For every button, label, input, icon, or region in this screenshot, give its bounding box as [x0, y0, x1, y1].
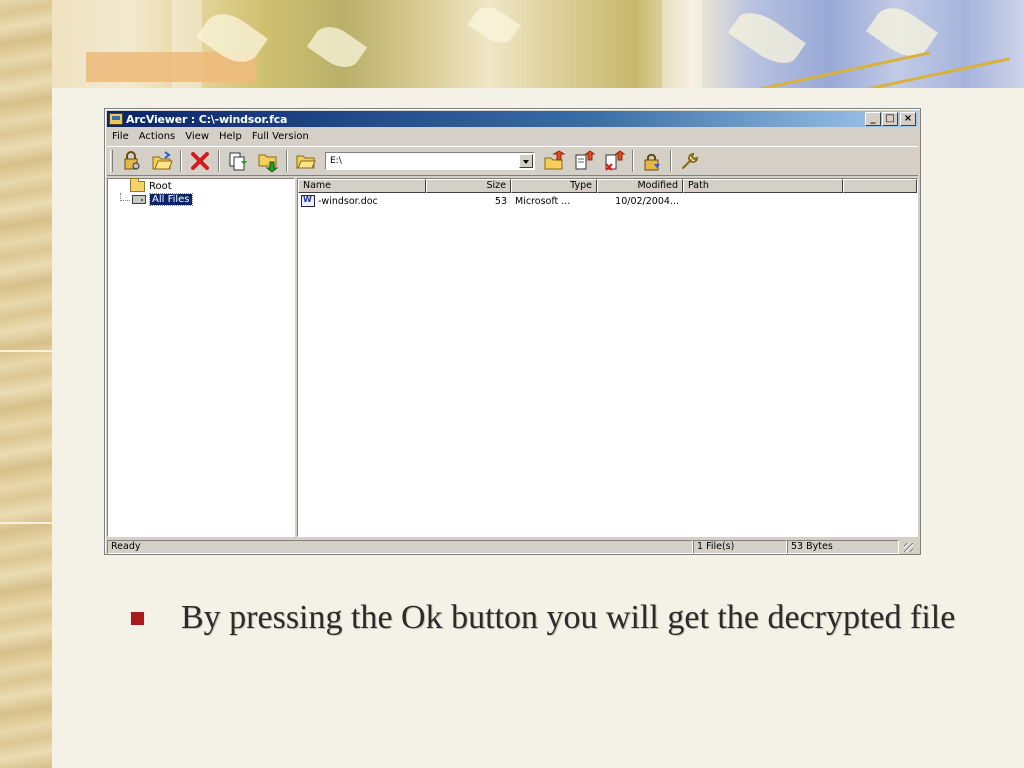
slide-caption: By pressing the Ok button you will get t…	[181, 599, 956, 636]
column-header-type[interactable]: Type	[511, 179, 597, 193]
slide-top-banner	[52, 0, 1024, 88]
window-title: ArcViewer : C:\-windsor.fca	[126, 112, 288, 126]
extract-icon[interactable]	[225, 149, 251, 173]
table-row[interactable]: -windsor.doc 53 Microsoft ... 10/02/2004…	[298, 194, 917, 208]
toolbar-separator	[180, 150, 182, 172]
file-name: -windsor.doc	[318, 195, 378, 207]
drive-icon	[132, 195, 146, 204]
status-text: Ready	[107, 540, 693, 554]
status-bar: Ready 1 File(s) 53 Bytes	[107, 540, 918, 554]
open-folder-icon[interactable]	[149, 149, 175, 173]
column-header-name[interactable]: Name	[298, 179, 426, 193]
status-size: 53 Bytes	[787, 540, 899, 554]
toolbar-grip[interactable]	[110, 150, 113, 172]
menu-file[interactable]: File	[107, 131, 134, 142]
folder-icon[interactable]	[293, 149, 319, 173]
file-list[interactable]: Name Size Type Modified Path -windsor.do…	[297, 178, 918, 537]
decrypt-key-icon[interactable]	[119, 149, 145, 173]
list-header: Name Size Type Modified Path	[298, 179, 917, 193]
column-header-path[interactable]: Path	[683, 179, 843, 193]
toolbar-separator	[286, 150, 288, 172]
toolbar-separator	[218, 150, 220, 172]
toolbar: E:\	[107, 146, 918, 176]
close-button[interactable]: ×	[900, 112, 916, 126]
menu-actions[interactable]: Actions	[134, 131, 181, 142]
settings-wrench-icon[interactable]	[677, 149, 703, 173]
column-header-size[interactable]: Size	[426, 179, 511, 193]
status-file-count: 1 File(s)	[693, 540, 787, 554]
arcviewer-window: ArcViewer : C:\-windsor.fca _ □ × File A…	[104, 108, 921, 555]
title-bar[interactable]: ArcViewer : C:\-windsor.fca _ □ ×	[107, 111, 918, 127]
maximize-button[interactable]: □	[882, 112, 898, 126]
remove-file-icon[interactable]	[601, 149, 627, 173]
column-header-modified[interactable]: Modified	[597, 179, 683, 193]
toolbar-separator	[670, 150, 672, 172]
bullet-square	[131, 612, 144, 625]
minimize-button[interactable]: _	[865, 112, 881, 126]
menu-full-version[interactable]: Full Version	[247, 131, 314, 142]
word-document-icon	[301, 195, 315, 207]
window-controls: _ □ ×	[864, 112, 916, 126]
folder-tree[interactable]: Root All Files	[107, 178, 295, 537]
add-document-icon[interactable]	[571, 149, 597, 173]
file-modified: 10/02/2004...	[615, 195, 679, 207]
file-name-cell: -windsor.doc	[298, 195, 426, 207]
chevron-down-icon[interactable]	[519, 154, 533, 168]
menu-help[interactable]: Help	[214, 131, 247, 142]
lock-icon[interactable]	[639, 149, 665, 173]
resize-grip[interactable]	[899, 540, 915, 554]
tree-item-root[interactable]: Root	[130, 178, 172, 192]
add-file-icon[interactable]	[541, 149, 567, 173]
folder-icon	[130, 178, 145, 192]
path-value: E:\	[330, 156, 342, 166]
path-combobox[interactable]: E:\	[325, 152, 535, 170]
toolbar-separator	[632, 150, 634, 172]
file-size: 53	[494, 195, 507, 207]
tree-item-all-files[interactable]: All Files	[132, 193, 193, 206]
tree-item-label: Root	[149, 181, 172, 192]
extract-folder-icon[interactable]	[255, 149, 281, 173]
tree-item-label: All Files	[149, 193, 193, 206]
column-header-blank[interactable]	[843, 179, 917, 193]
delete-icon[interactable]	[187, 149, 213, 173]
slide-left-texture	[0, 0, 52, 768]
file-type: Microsoft ...	[515, 195, 571, 207]
menu-view[interactable]: View	[180, 131, 214, 142]
app-icon[interactable]	[109, 113, 123, 125]
menu-bar: File Actions View Help Full Version	[107, 128, 314, 145]
